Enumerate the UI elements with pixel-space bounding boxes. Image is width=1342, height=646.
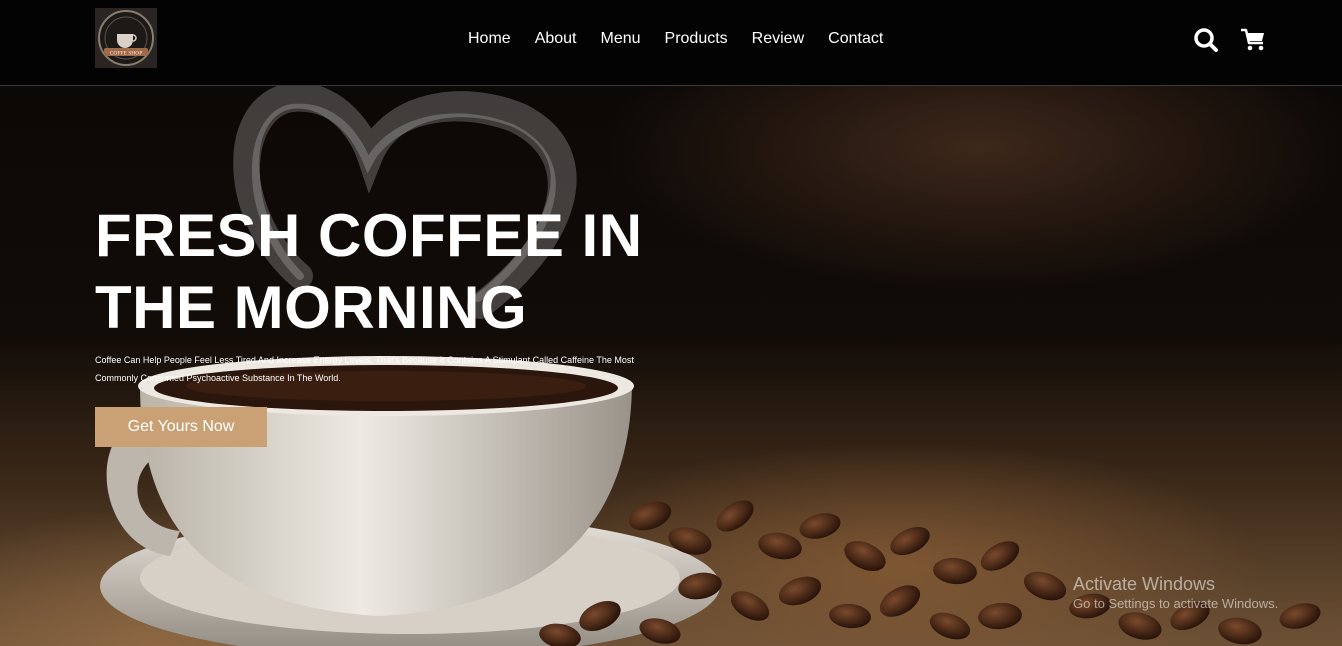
get-yours-now-button[interactable]: Get Yours Now <box>95 407 267 447</box>
main-nav: Home About Menu Products Review Contact <box>468 30 883 48</box>
nav-contact[interactable]: Contact <box>828 30 883 48</box>
logo-text: COFFE SHOP <box>110 51 143 57</box>
cart-icon[interactable] <box>1240 27 1268 53</box>
site-header: COFFE SHOP Home About Menu Products Revi… <box>0 0 1342 86</box>
logo[interactable]: COFFE SHOP <box>95 8 157 68</box>
nav-review[interactable]: Review <box>752 30 804 48</box>
watermark-subtitle: Go to Settings to activate Windows. <box>1073 596 1279 611</box>
nav-about[interactable]: About <box>535 30 577 48</box>
hero-section: FRESH COFFEE IN THE MORNING Coffee Can H… <box>0 86 1342 646</box>
nav-menu[interactable]: Menu <box>601 30 641 48</box>
hero-title: FRESH COFFEE IN THE MORNING <box>95 202 643 341</box>
hero-description: Coffee Can Help People Feel Less Tired A… <box>95 355 634 383</box>
nav-products[interactable]: Products <box>665 30 728 48</box>
search-icon[interactable] <box>1192 27 1220 53</box>
nav-home[interactable]: Home <box>468 30 511 48</box>
windows-activation-watermark: Activate Windows Go to Settings to activ… <box>1073 573 1278 613</box>
watermark-title: Activate Windows <box>1073 574 1216 594</box>
page: COFFE SHOP Home About Menu Products Revi… <box>0 0 1342 646</box>
header-actions <box>1192 27 1268 53</box>
